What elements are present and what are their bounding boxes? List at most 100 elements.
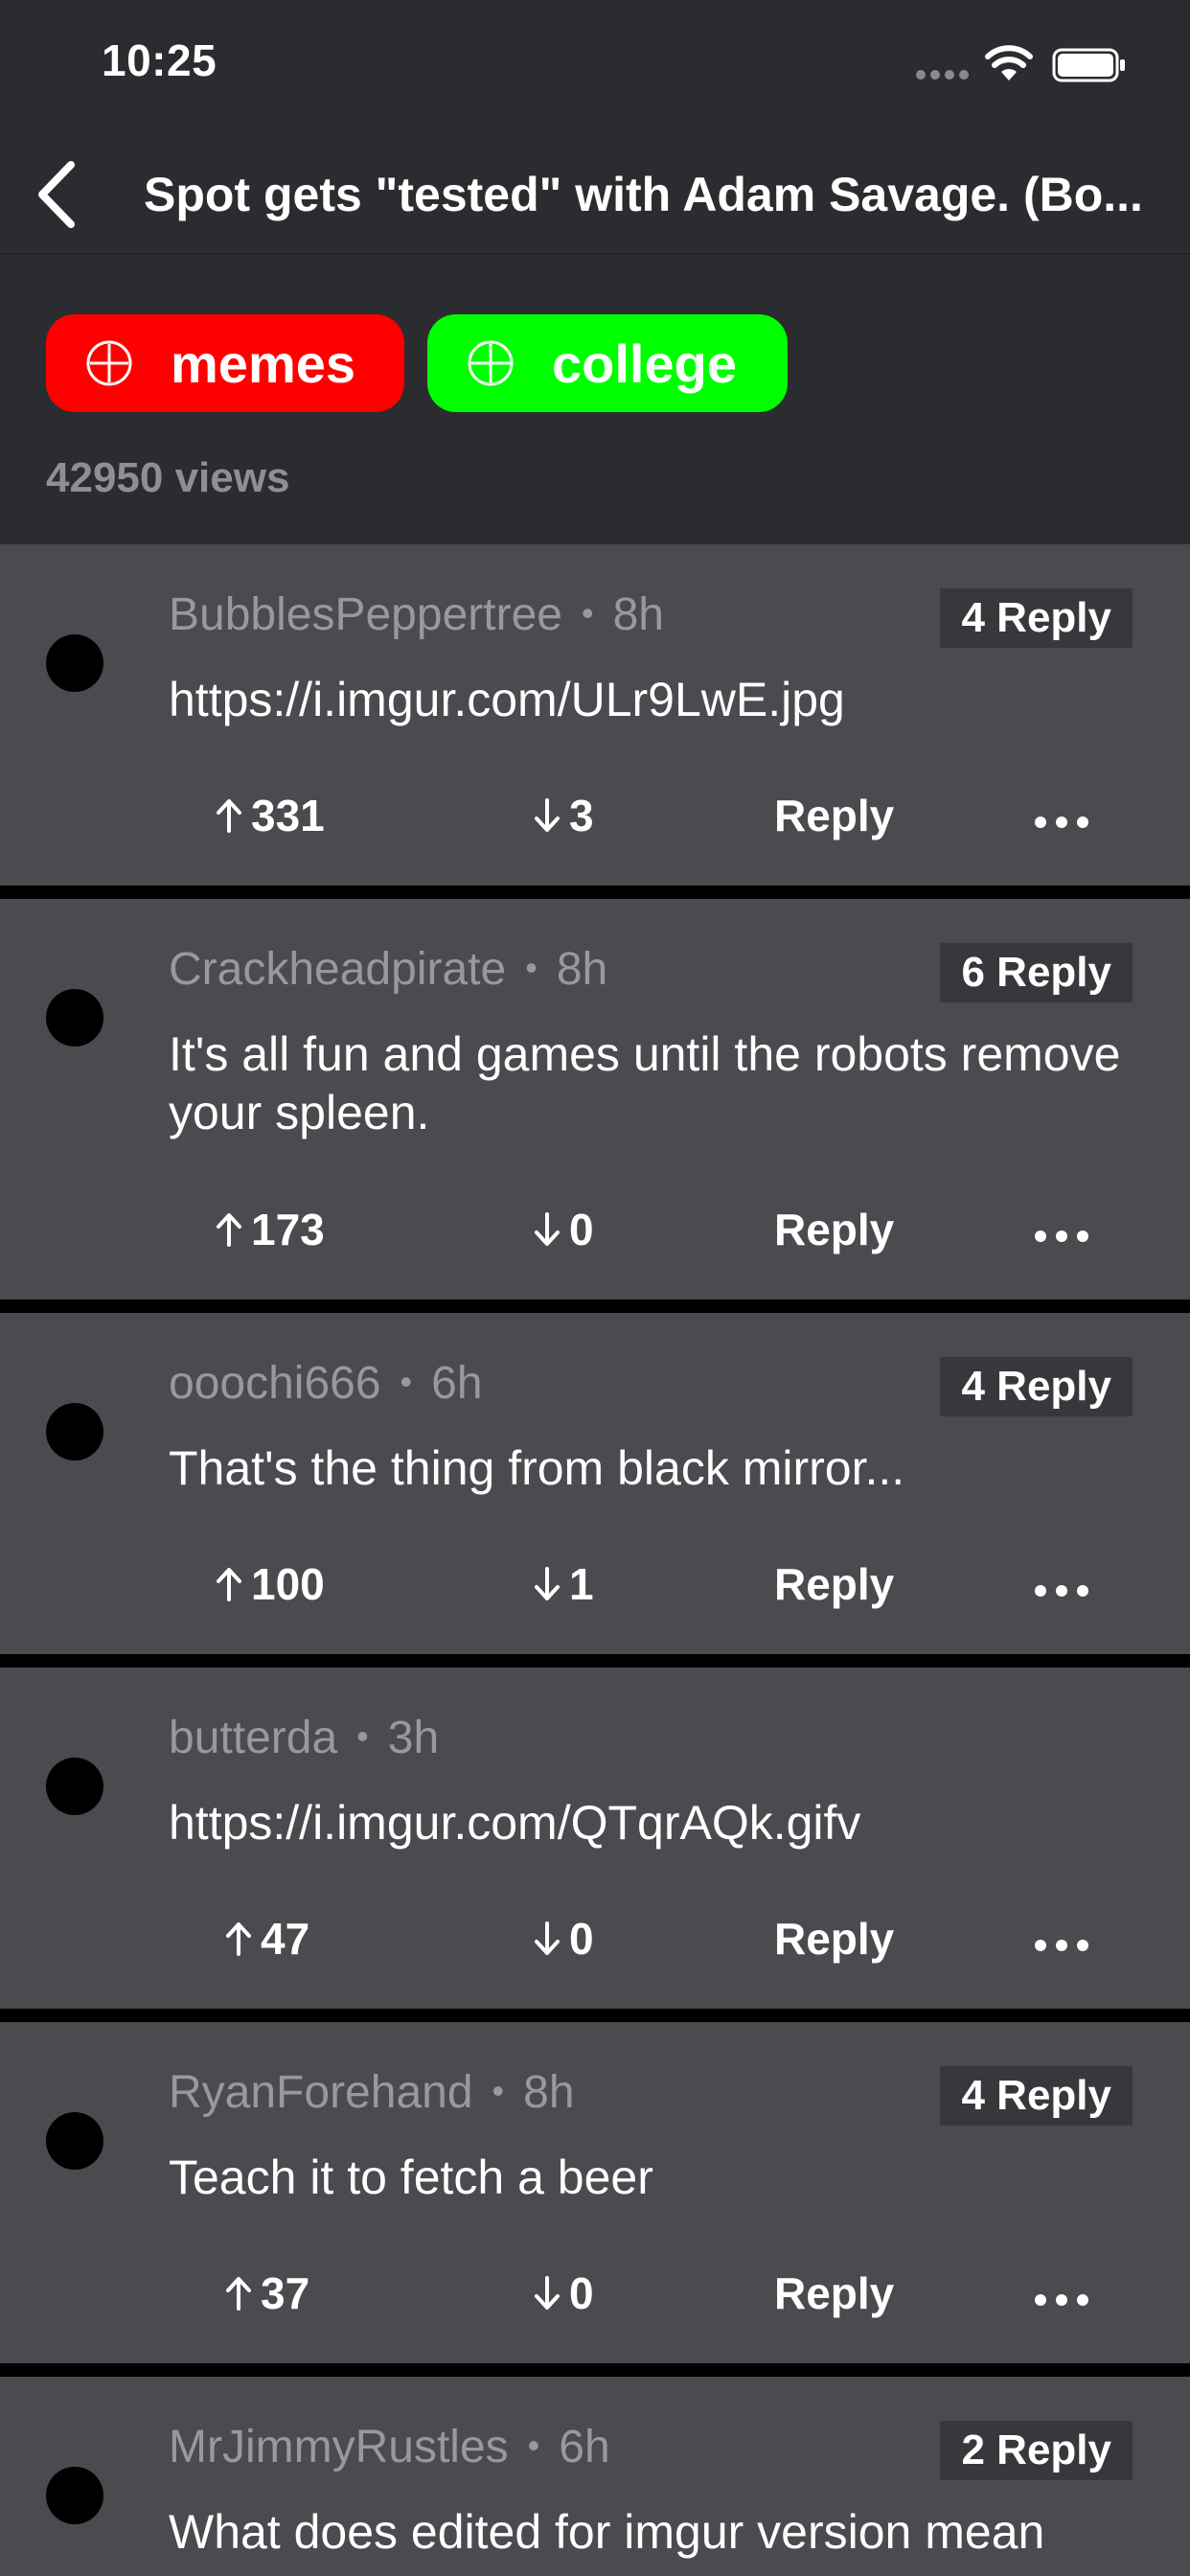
nav-bar: Spot gets "tested" with Adam Savage. (Bo… (0, 134, 1190, 255)
comment-meta: RyanForehand • 8h (169, 2066, 575, 2119)
downvote-button[interactable]: 0 (533, 2267, 594, 2319)
reply-button[interactable]: Reply (774, 1558, 894, 1610)
comment-card: ooochi666 • 6h 4 Reply That's the thing fr… (0, 1313, 1190, 1654)
reply-button[interactable]: Reply (774, 1204, 894, 1255)
arrow-up-icon (217, 799, 241, 833)
reply-count-badge[interactable]: 2 Reply (940, 2421, 1133, 2480)
reply-button[interactable]: Reply (774, 2267, 894, 2319)
more-options-icon[interactable] (1033, 1229, 1090, 1244)
tag-memes[interactable]: memes (46, 314, 404, 412)
separator-dot: • (400, 1362, 413, 1402)
downvote-button[interactable]: 0 (533, 1204, 594, 1255)
avatar[interactable] (46, 1403, 103, 1460)
separator-dot: • (581, 593, 594, 633)
downvote-count: 3 (569, 791, 594, 840)
comment-author[interactable]: butterda (169, 1713, 337, 1763)
reply-count-badge[interactable]: 4 Reply (940, 588, 1133, 648)
upvote-button[interactable]: 331 (215, 790, 325, 841)
arrow-down-icon (535, 1921, 560, 1955)
downvote-button[interactable]: 3 (533, 790, 594, 841)
screen: 10:25 Spot gets "tested" with Adam Savag… (0, 0, 1190, 2576)
upvote-button[interactable]: 47 (224, 1913, 309, 1965)
comment-meta: MrJimmyRustles • 6h (169, 2421, 610, 2473)
arrow-up-icon (226, 1922, 251, 1956)
tag-college[interactable]: college (427, 314, 788, 412)
comment-time: 8h (523, 2067, 575, 2118)
upvote-count: 331 (251, 791, 325, 840)
avatar[interactable] (46, 2467, 103, 2524)
comment-text: It's all fun and games until the robots … (169, 1027, 1121, 1139)
reply-button[interactable]: Reply (774, 790, 894, 841)
avatar[interactable] (46, 634, 103, 692)
downvote-button[interactable]: 0 (533, 1913, 594, 1965)
more-options-icon[interactable] (1033, 1938, 1090, 1953)
comment-card: RyanForehand • 8h 4 Reply Teach it to fetc… (0, 2022, 1190, 2363)
comment-author[interactable]: MrJimmyRustles (169, 2422, 509, 2472)
comment-time: 6h (431, 1358, 483, 1409)
separator-dot: • (527, 2426, 540, 2466)
arrow-down-icon (535, 2276, 560, 2310)
comment-meta: butterda • 3h (169, 1712, 439, 1764)
comment-meta: ooochi666 • 6h (169, 1357, 483, 1410)
comment-text: That's the thing from black mirror... (169, 1441, 905, 1495)
comment-card: Crackheadpirate • 8h 6 Reply It's all fun … (0, 899, 1190, 1300)
more-options-icon[interactable] (1033, 1583, 1090, 1598)
downvote-count: 0 (569, 2268, 594, 2318)
comment-author[interactable]: Crackheadpirate (169, 944, 506, 995)
comment-text: https://i.imgur.com/ULr9LwE.jpg (169, 673, 845, 726)
wifi-icon (985, 45, 1033, 80)
upvote-button[interactable]: 37 (224, 2267, 309, 2319)
upvote-count: 37 (261, 2268, 310, 2318)
arrow-down-icon (535, 798, 560, 832)
upvote-count: 100 (251, 1559, 325, 1609)
comment-text: https://i.imgur.com/QTqrAQk.gifv (169, 1796, 861, 1850)
avatar[interactable] (46, 989, 103, 1046)
comment-text: Teach it to fetch a beer (169, 2150, 653, 2204)
comment-card: BubblesPeppertree • 8h 4 Reply https://i.i… (0, 544, 1190, 886)
downvote-count: 0 (569, 1205, 594, 1254)
reply-count-badge[interactable]: 4 Reply (940, 1357, 1133, 1416)
avatar[interactable] (46, 2112, 103, 2170)
view-count: 42950 views (46, 454, 290, 501)
downvote-count: 1 (569, 1559, 594, 1609)
downvote-count: 0 (569, 1914, 594, 1964)
add-circle-icon (86, 340, 132, 386)
battery-icon (1052, 48, 1125, 82)
comment-meta: BubblesPeppertree • 8h (169, 588, 664, 641)
arrow-down-icon (535, 1212, 560, 1246)
reply-button[interactable]: Reply (774, 1913, 894, 1965)
comment-text: What does edited for imgur version mean (169, 2505, 1045, 2559)
status-bar: 10:25 (0, 0, 1190, 134)
tag-label: college (552, 333, 737, 394)
separator-dot: • (356, 1716, 369, 1757)
upvote-count: 173 (251, 1205, 325, 1254)
back-icon[interactable] (29, 157, 82, 232)
comment-card: butterda • 3h https://i.imgur.com/QTqrAQk.… (0, 1668, 1190, 2009)
reply-count-badge[interactable]: 4 Reply (940, 2066, 1133, 2126)
arrow-up-icon (226, 2277, 251, 2311)
status-time: 10:25 (102, 35, 217, 85)
comment-card: MrJimmyRustles • 6h 2 Reply What does edit… (0, 2377, 1190, 2576)
upvote-button[interactable]: 173 (215, 1204, 325, 1255)
comment-author[interactable]: ooochi666 (169, 1358, 381, 1409)
comment-meta: Crackheadpirate • 8h (169, 943, 607, 996)
post-header: 10:25 Spot gets "tested" with Adam Savag… (0, 0, 1190, 544)
comment-time: 6h (559, 2422, 610, 2472)
separator-dot: • (492, 2071, 505, 2111)
add-circle-icon (468, 340, 514, 386)
reply-count-badge[interactable]: 6 Reply (940, 943, 1133, 1002)
comment-author[interactable]: BubblesPeppertree (169, 589, 562, 640)
more-options-icon[interactable] (1033, 2292, 1090, 2308)
downvote-button[interactable]: 1 (533, 1558, 594, 1610)
post-title: Spot gets "tested" with Adam Savage. (Bo… (144, 168, 1143, 221)
arrow-down-icon (535, 1567, 560, 1600)
avatar[interactable] (46, 1758, 103, 1815)
comment-time: 8h (612, 589, 664, 640)
upvote-button[interactable]: 100 (215, 1558, 325, 1610)
arrow-up-icon (217, 1568, 241, 1601)
tag-label: memes (171, 333, 356, 394)
comment-author[interactable]: RyanForehand (169, 2067, 473, 2118)
separator-dot: • (525, 948, 538, 988)
comment-time: 3h (387, 1713, 440, 1763)
more-options-icon[interactable] (1033, 815, 1090, 830)
